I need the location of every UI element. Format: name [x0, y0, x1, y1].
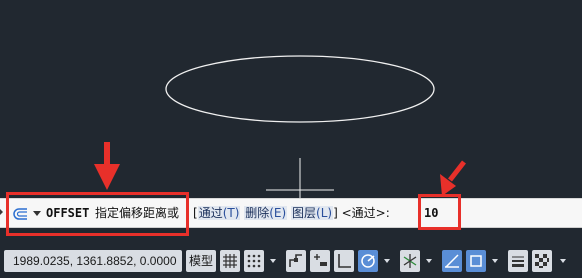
infer-constraints-icon[interactable] — [286, 250, 306, 272]
coordinate-readout[interactable]: 1989.0235, 1361.8852, 0.0000 — [4, 250, 182, 272]
object-snap-icon[interactable] — [466, 250, 486, 272]
option-layer[interactable]: 图层(L) — [291, 206, 334, 220]
dynamic-input-icon[interactable] — [310, 250, 330, 272]
transparency-icon[interactable] — [532, 250, 552, 272]
option-through-label: 通过 — [198, 206, 223, 220]
default-label: <通过>: — [341, 206, 390, 220]
drawing-canvas[interactable] — [0, 0, 582, 198]
option-through[interactable]: 通过(T) — [197, 206, 241, 220]
snap-caret-icon[interactable] — [270, 259, 276, 263]
arrow-to-command-icon — [94, 142, 120, 190]
bracket-close: ] — [333, 206, 338, 220]
lineweight-icon[interactable] — [508, 250, 528, 272]
polar-caret-icon[interactable] — [384, 259, 390, 263]
isodraft-caret-icon[interactable] — [426, 259, 432, 263]
osnap-caret-icon[interactable] — [492, 259, 498, 263]
option-erase-key: (E) — [269, 206, 287, 220]
grid-icon[interactable] — [220, 250, 240, 272]
polar-tracking-icon[interactable] — [358, 250, 378, 272]
option-through-key: (T) — [222, 206, 240, 220]
more-caret-icon[interactable] — [560, 259, 566, 263]
option-layer-key: (L) — [316, 206, 333, 220]
canvas-graphics — [165, 55, 435, 198]
object-snap-tracking-icon[interactable] — [442, 250, 462, 272]
snap-icon[interactable] — [244, 250, 264, 272]
isodraft-icon[interactable] — [400, 250, 420, 272]
option-erase-label: 删除 — [245, 206, 270, 220]
highlight-box-command — [6, 192, 189, 236]
bracket-open: [ — [193, 206, 198, 220]
option-layer-label: 图层 — [292, 206, 317, 220]
ortho-icon[interactable] — [334, 250, 354, 272]
option-erase[interactable]: 删除(E) — [244, 206, 288, 220]
highlight-box-input — [418, 194, 461, 230]
command-history-arrow-icon[interactable] — [0, 207, 3, 217]
status-bar: 1989.0235, 1361.8852, 0.0000 模型 — [0, 244, 582, 278]
ellipse-shape[interactable] — [165, 55, 435, 123]
command-options: [通过(T) 删除(E) 图层(L)] <通过>: — [193, 205, 390, 221]
model-button[interactable]: 模型 — [186, 250, 216, 272]
arrow-to-input-icon — [440, 160, 466, 196]
